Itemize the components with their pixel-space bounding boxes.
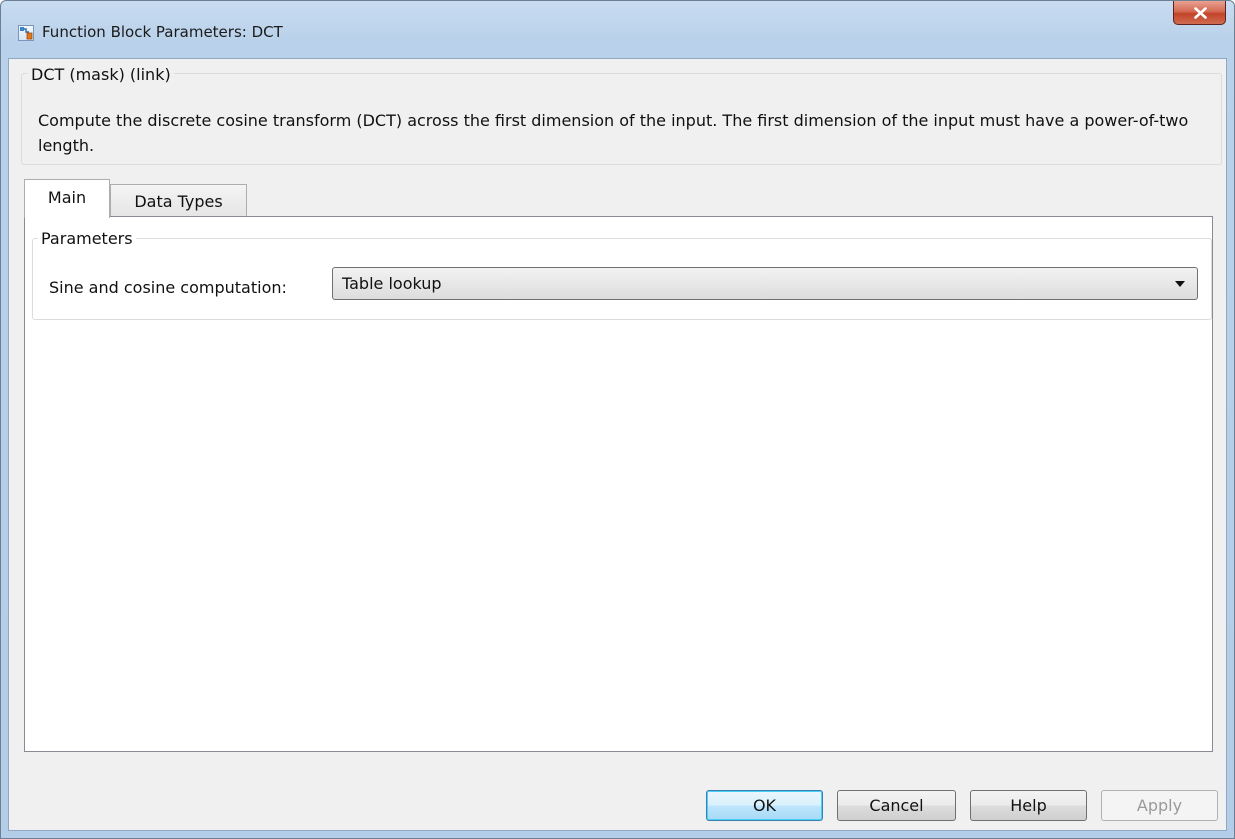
dialog-window: Function Block Parameters: DCT DCT (mask… bbox=[0, 0, 1235, 839]
simulink-block-icon bbox=[18, 25, 34, 41]
description-group: DCT (mask) (link) Compute the discrete c… bbox=[21, 66, 1222, 165]
close-button[interactable] bbox=[1173, 1, 1226, 25]
help-button[interactable]: Help bbox=[970, 790, 1087, 821]
title-bar[interactable]: Function Block Parameters: DCT bbox=[1, 1, 1234, 58]
description-text: Compute the discrete cosine transform (D… bbox=[38, 111, 1189, 155]
ok-button[interactable]: OK bbox=[706, 790, 823, 821]
parameters-group: Parameters Sine and cosine computation: … bbox=[32, 229, 1212, 320]
cancel-button[interactable]: Cancel bbox=[837, 790, 956, 821]
tab-main[interactable]: Main bbox=[24, 179, 110, 218]
description-group-title: DCT (mask) (link) bbox=[28, 66, 174, 84]
parameters-group-title: Parameters bbox=[38, 229, 136, 249]
dialog-client-area: DCT (mask) (link) Compute the discrete c… bbox=[8, 58, 1227, 831]
sine-cosine-label: Sine and cosine computation: bbox=[49, 278, 287, 297]
apply-button[interactable]: Apply bbox=[1101, 790, 1218, 821]
chevron-down-icon bbox=[1175, 281, 1185, 287]
window-title: Function Block Parameters: DCT bbox=[42, 23, 283, 41]
sine-cosine-selected-value: Table lookup bbox=[342, 274, 442, 293]
tab-data-types[interactable]: Data Types bbox=[110, 184, 247, 217]
sine-cosine-select[interactable]: Table lookup bbox=[332, 267, 1198, 300]
tab-panel-main: Parameters Sine and cosine computation: … bbox=[24, 216, 1213, 752]
close-icon bbox=[1194, 7, 1207, 19]
